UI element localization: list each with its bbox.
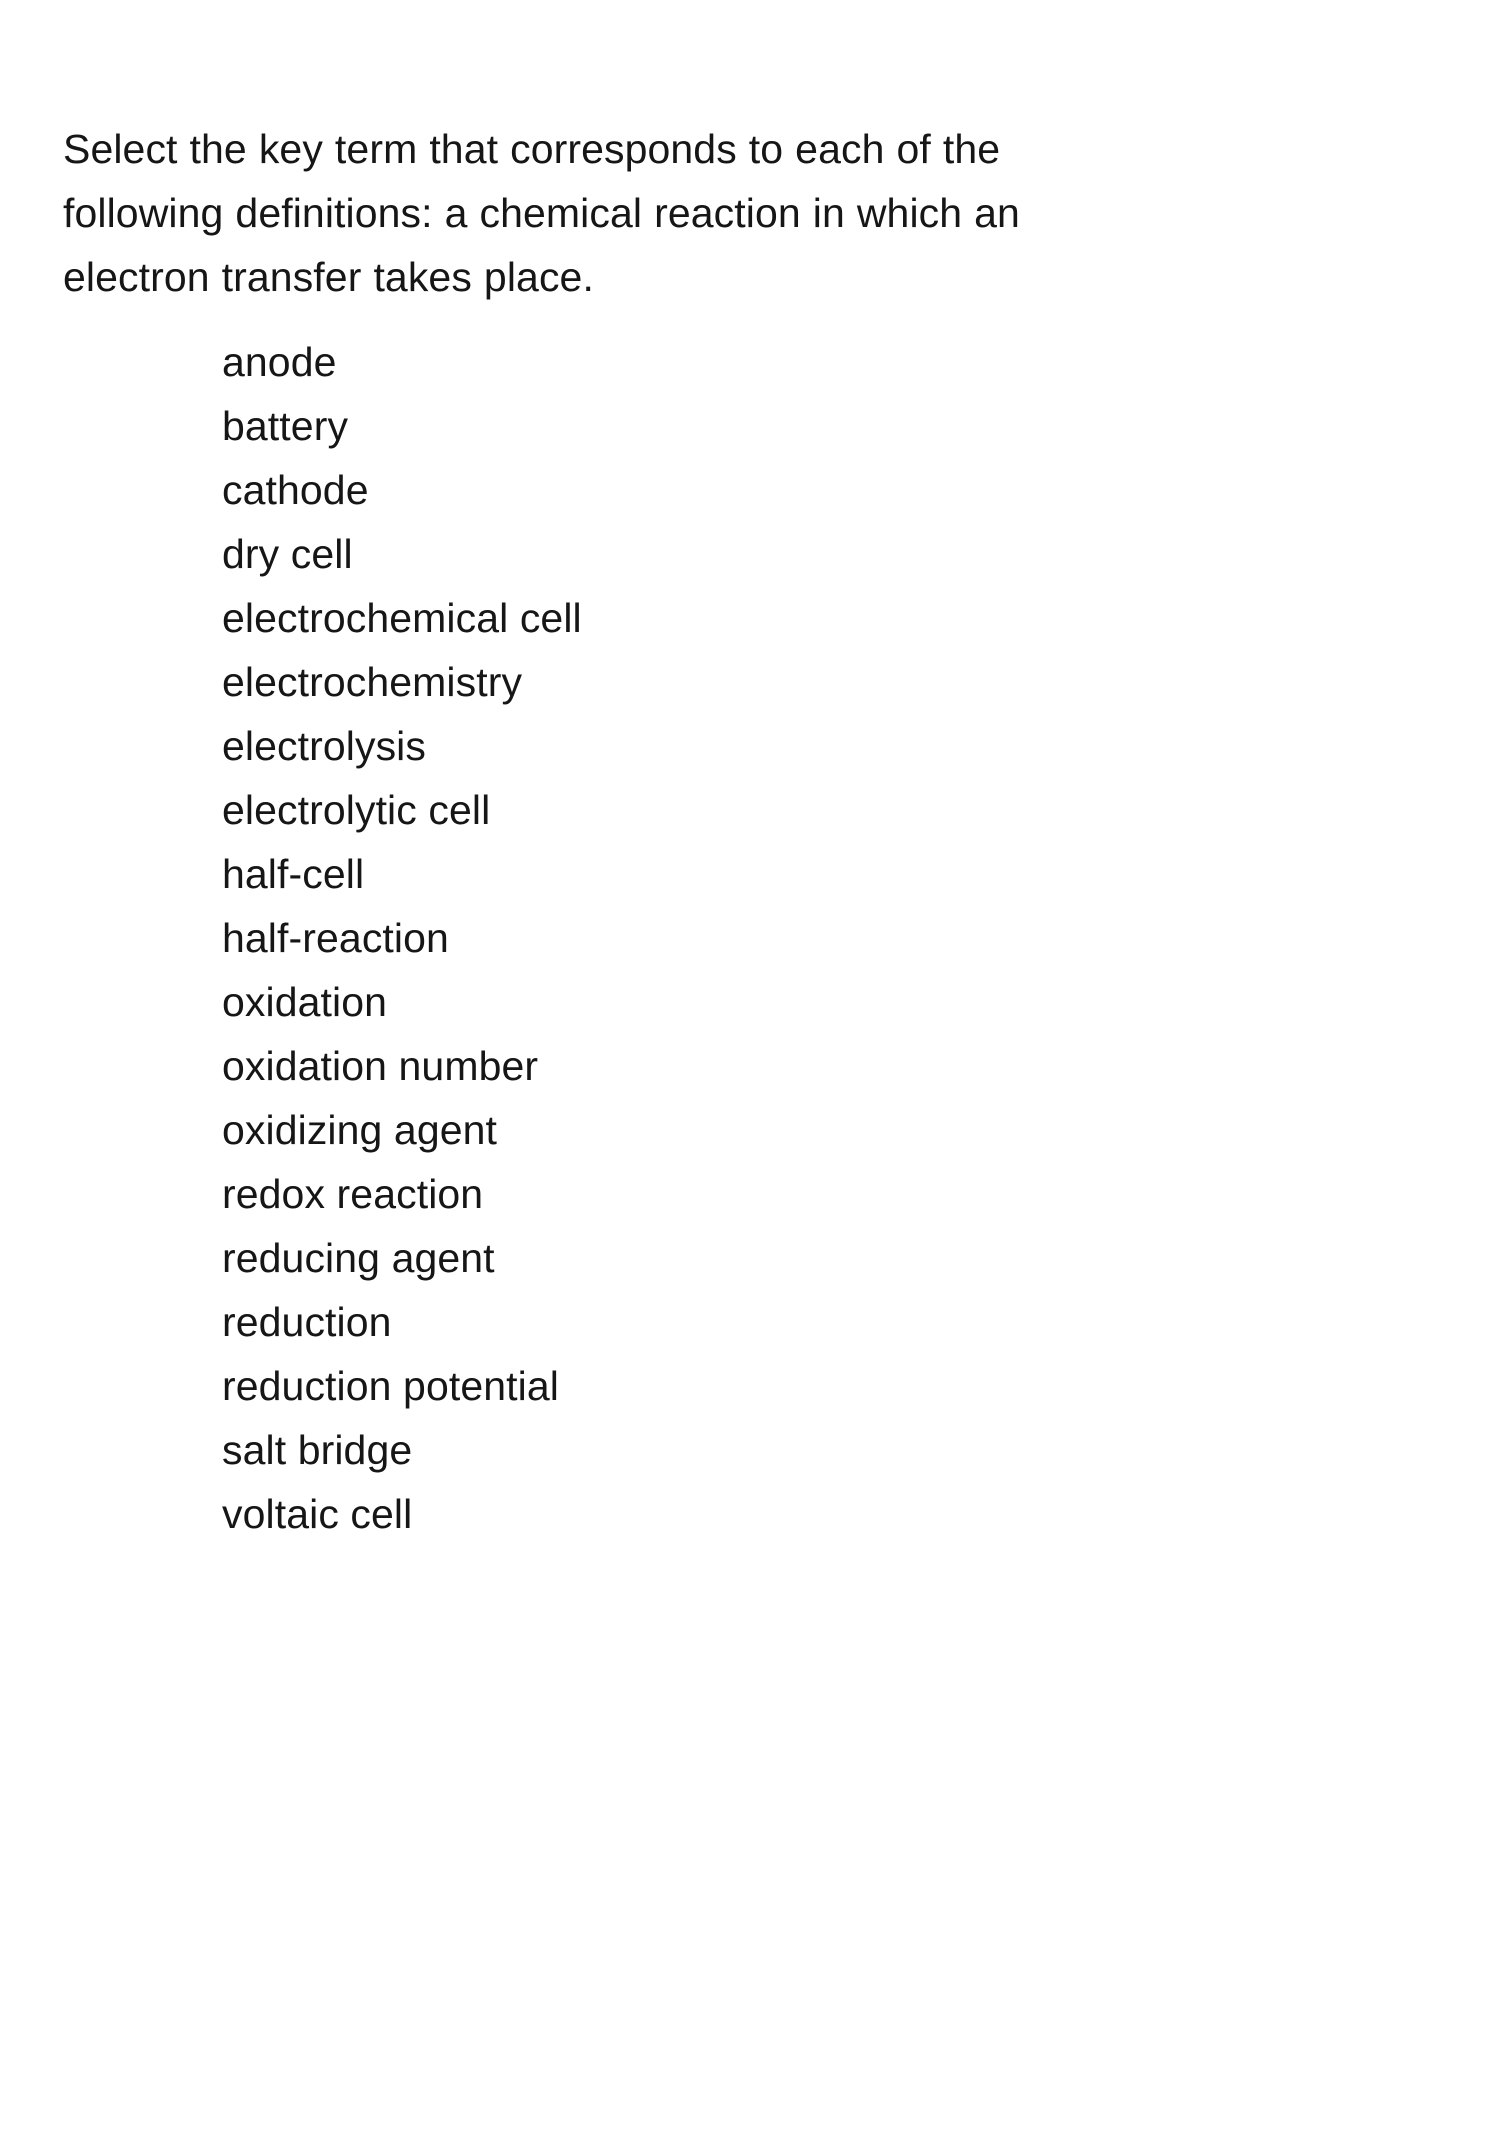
option-redox-reaction[interactable]: redox reaction — [0, 1162, 1500, 1226]
option-salt-bridge[interactable]: salt bridge — [0, 1418, 1500, 1482]
option-oxidation[interactable]: oxidation — [0, 970, 1500, 1034]
option-oxidation-number[interactable]: oxidation number — [0, 1034, 1500, 1098]
option-anode[interactable]: anode — [0, 330, 1500, 394]
answer-options-list: anode battery cathode dry cell electroch… — [0, 330, 1500, 1546]
option-cathode[interactable]: cathode — [0, 458, 1500, 522]
option-battery[interactable]: battery — [0, 394, 1500, 458]
question-page: Select the key term that corresponds to … — [0, 0, 1500, 2152]
option-dry-cell[interactable]: dry cell — [0, 522, 1500, 586]
option-electrochemical-cell[interactable]: electrochemical cell — [0, 586, 1500, 650]
option-reduction-potential[interactable]: reduction potential — [0, 1354, 1500, 1418]
option-half-reaction[interactable]: half-reaction — [0, 906, 1500, 970]
option-electrochemistry[interactable]: electrochemistry — [0, 650, 1500, 714]
option-reduction[interactable]: reduction — [0, 1290, 1500, 1354]
question-block: Select the key term that corresponds to … — [63, 76, 1443, 350]
option-electrolysis[interactable]: electrolysis — [0, 714, 1500, 778]
option-electrolytic-cell[interactable]: electrolytic cell — [0, 778, 1500, 842]
option-half-cell[interactable]: half-cell — [0, 842, 1500, 906]
option-reducing-agent[interactable]: reducing agent — [0, 1226, 1500, 1290]
option-voltaic-cell[interactable]: voltaic cell — [0, 1482, 1500, 1546]
question-prompt: Select the key term that corresponds to … — [63, 126, 1020, 300]
option-oxidizing-agent[interactable]: oxidizing agent — [0, 1098, 1500, 1162]
